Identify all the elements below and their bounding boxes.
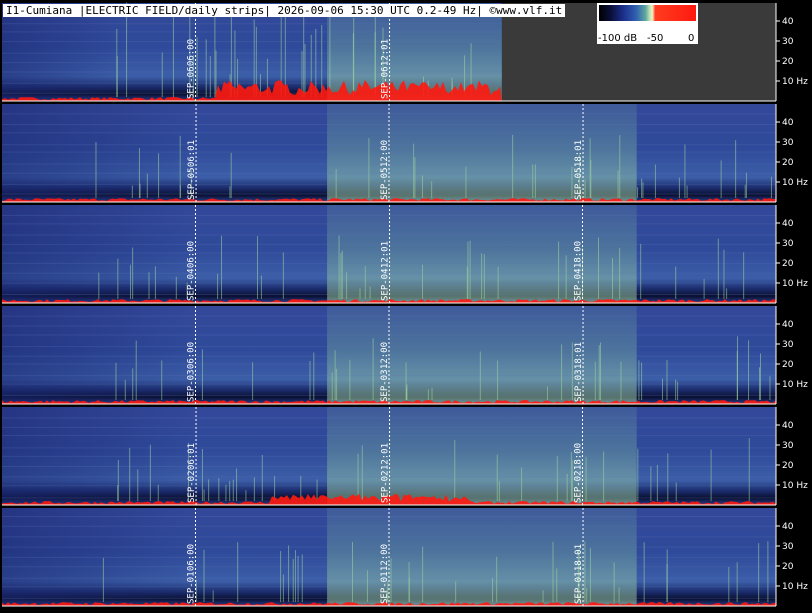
y-tick-label: 10 Hz (782, 380, 808, 390)
night-shade (2, 3, 127, 101)
date-label: SEP-06 (187, 66, 197, 99)
y-tick-label: 10 Hz (782, 279, 808, 289)
y-tick-label: 40 (782, 219, 794, 229)
date-label: SEP-02 (187, 470, 197, 503)
y-tick-label: 30 (782, 340, 794, 350)
date-label: SEP-02 (574, 470, 584, 503)
strip-6: 06:00SEP-0112:00SEP-0118:01SEP-014030201… (2, 508, 808, 607)
date-label: SEP-04 (381, 268, 391, 301)
date-label: SEP-05 (187, 167, 197, 200)
time-label: 06:00 (187, 544, 197, 571)
date-label: SEP-06 (381, 66, 391, 99)
date-label: SEP-03 (574, 369, 584, 402)
strips-layer: 06:00SEP-0612:01SEP-0640302010 Hz06:01SE… (2, 2, 808, 607)
time-label: 12:00 (380, 140, 390, 167)
strip-5: 06:01SEP-0212:01SEP-0218:00SEP-024030201… (2, 407, 808, 506)
date-label: SEP-01 (574, 571, 584, 604)
time-label: 12:01 (381, 443, 391, 470)
color-scale-legend: -100 dB -50 0 (597, 3, 698, 44)
night-shade (2, 104, 196, 202)
y-tick-label: 20 (782, 259, 794, 269)
time-label: 18:01 (574, 342, 584, 369)
strip-3: 06:00SEP-0412:01SEP-0418:00SEP-044030201… (2, 205, 808, 304)
date-label: SEP-02 (381, 470, 391, 503)
y-tick-label: 10 Hz (782, 77, 808, 87)
date-label: SEP-04 (187, 268, 197, 301)
night-shade (2, 306, 196, 404)
y-tick-label: 40 (782, 118, 794, 128)
y-tick-label: 20 (782, 158, 794, 168)
y-tick-label: 20 (782, 57, 794, 67)
date-label: SEP-04 (574, 268, 584, 301)
time-label: 18:01 (574, 544, 584, 571)
spectrogram-chart: 06:00SEP-0612:01SEP-0640302010 Hz06:01SE… (2, 2, 808, 607)
strip-4: 06:00SEP-0312:00SEP-0318:01SEP-034030201… (2, 306, 808, 405)
y-tick-label: 30 (782, 37, 794, 47)
date-label: SEP-05 (574, 167, 584, 200)
time-label: 06:00 (187, 342, 197, 369)
y-tick-label: 40 (782, 17, 794, 27)
y-tick-label: 40 (782, 522, 794, 532)
legend-label-mid: -50 (647, 33, 664, 44)
date-label: SEP-01 (187, 571, 197, 604)
time-label: 12:00 (380, 342, 390, 369)
y-tick-label: 30 (782, 138, 794, 148)
date-label: SEP-01 (380, 571, 390, 604)
time-label: 12:01 (381, 39, 391, 66)
time-label: 06:01 (187, 140, 197, 167)
legend-label-min: -100 dB (598, 33, 638, 44)
legend-label-max: 0 (688, 33, 695, 44)
y-tick-label: 10 Hz (782, 582, 808, 592)
time-label: 18:00 (574, 241, 584, 268)
date-label: SEP-05 (380, 167, 390, 200)
time-label: 06:00 (187, 241, 197, 268)
chart-title: I1-Cumiana |ELECTRIC FIELD/daily strips|… (3, 4, 566, 17)
y-tick-label: 20 (782, 562, 794, 572)
y-tick-label: 30 (782, 542, 794, 552)
date-label: SEP-03 (187, 369, 197, 402)
y-tick-label: 30 (782, 441, 794, 451)
time-label: 12:01 (381, 241, 391, 268)
color-scale-bar (599, 5, 696, 21)
y-tick-label: 10 Hz (782, 178, 808, 188)
time-label: 18:01 (574, 140, 584, 167)
time-label: 12:00 (380, 544, 390, 571)
y-tick-label: 20 (782, 461, 794, 471)
time-label: 06:00 (187, 39, 197, 66)
time-label: 18:00 (574, 443, 584, 470)
time-label: 06:01 (187, 443, 197, 470)
strip-2: 06:01SEP-0512:00SEP-0518:01SEP-054030201… (2, 104, 808, 203)
date-label: SEP-03 (380, 369, 390, 402)
y-tick-label: 30 (782, 239, 794, 249)
y-tick-label: 40 (782, 421, 794, 431)
y-tick-label: 20 (782, 360, 794, 370)
y-tick-label: 40 (782, 320, 794, 330)
y-tick-label: 10 Hz (782, 481, 808, 491)
